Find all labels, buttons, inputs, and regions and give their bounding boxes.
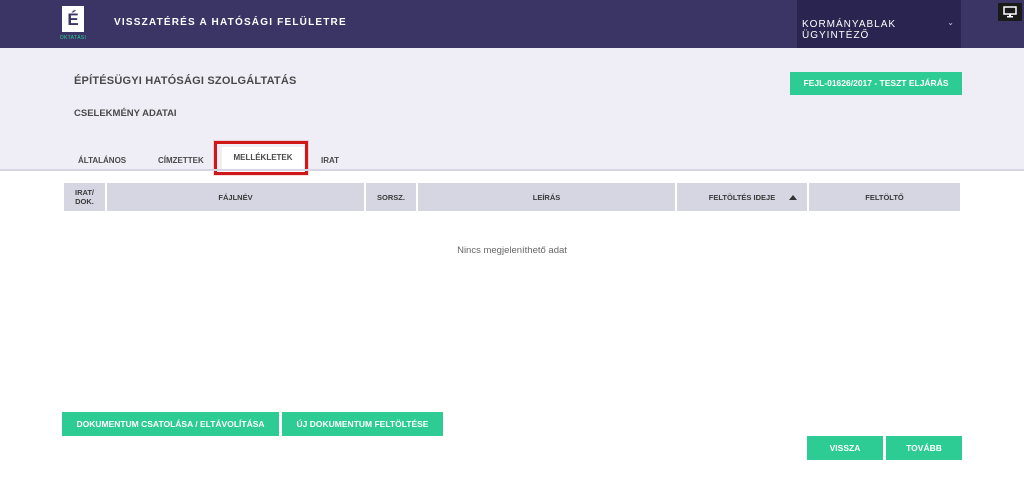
user-menu-label: KORMÁNYABLAK ÜGYINTÉZŐ <box>802 19 897 41</box>
column-header-serial[interactable]: SORSZ. <box>366 183 416 211</box>
next-button[interactable]: TOVÁBB <box>886 436 962 460</box>
column-header-doc-type[interactable]: IRAT/DOK. <box>64 183 105 211</box>
column-header-upload-date-label: FELTÖLTÉS IDEJE <box>708 192 776 202</box>
tab-attachments[interactable]: MELLÉKLETEK <box>222 147 304 169</box>
top-bar: É OKTATÁSI VISSZATÉRÉS A HATÓSÁGI FELÜLE… <box>0 0 1024 48</box>
logo-letter: É <box>62 6 84 32</box>
attach-document-button[interactable]: DOKUMENTUM CSATOLÁSA / ELTÁVOLÍTÁSA <box>62 412 279 436</box>
column-header-uploader[interactable]: FELTÖLTŐ <box>809 183 960 211</box>
chevron-down-icon: ⌄ <box>947 18 955 27</box>
section-title: CSELEKMÉNY ADATAI <box>74 108 177 119</box>
column-header-doc-type-label: IRAT/DOK. <box>74 188 95 206</box>
tab-general[interactable]: ÁLTALÁNOS <box>78 156 126 165</box>
tabs-divider <box>0 169 1024 171</box>
service-title: ÉPÍTÉSÜGYI HATÓSÁGI SZOLGÁLTATÁS <box>74 75 297 87</box>
column-header-upload-date[interactable]: FELTÖLTÉS IDEJE <box>677 183 807 211</box>
case-header: ÉPÍTÉSÜGYI HATÓSÁGI SZOLGÁLTATÁS FEJL-01… <box>0 48 1024 170</box>
logo-subtitle: OKTATÁSI <box>59 35 87 41</box>
sort-ascending-icon <box>789 195 797 200</box>
case-number-badge[interactable]: FEJL-01626/2017 - TESZT ELJÁRÁS <box>790 72 962 95</box>
app-logo[interactable]: É OKTATÁSI <box>60 4 86 44</box>
column-header-description[interactable]: LEÍRÁS <box>418 183 675 211</box>
tab-recipients[interactable]: CÍMZETTEK <box>158 156 204 165</box>
back-button[interactable]: VISSZA <box>807 436 883 460</box>
back-to-authority-link[interactable]: VISSZATÉRÉS A HATÓSÁGI FELÜLETRE <box>114 17 347 28</box>
column-header-filename[interactable]: FÁJLNÉV <box>107 183 364 211</box>
empty-table-message: Nincs megjeleníthető adat <box>457 245 567 256</box>
upload-document-button[interactable]: ÚJ DOKUMENTUM FELTÖLTÉSE <box>282 412 443 436</box>
monitor-icon[interactable] <box>998 3 1022 21</box>
user-menu[interactable]: KORMÁNYABLAK ÜGYINTÉZŐ ⌄ <box>797 0 961 48</box>
tab-document[interactable]: IRAT <box>321 156 339 165</box>
